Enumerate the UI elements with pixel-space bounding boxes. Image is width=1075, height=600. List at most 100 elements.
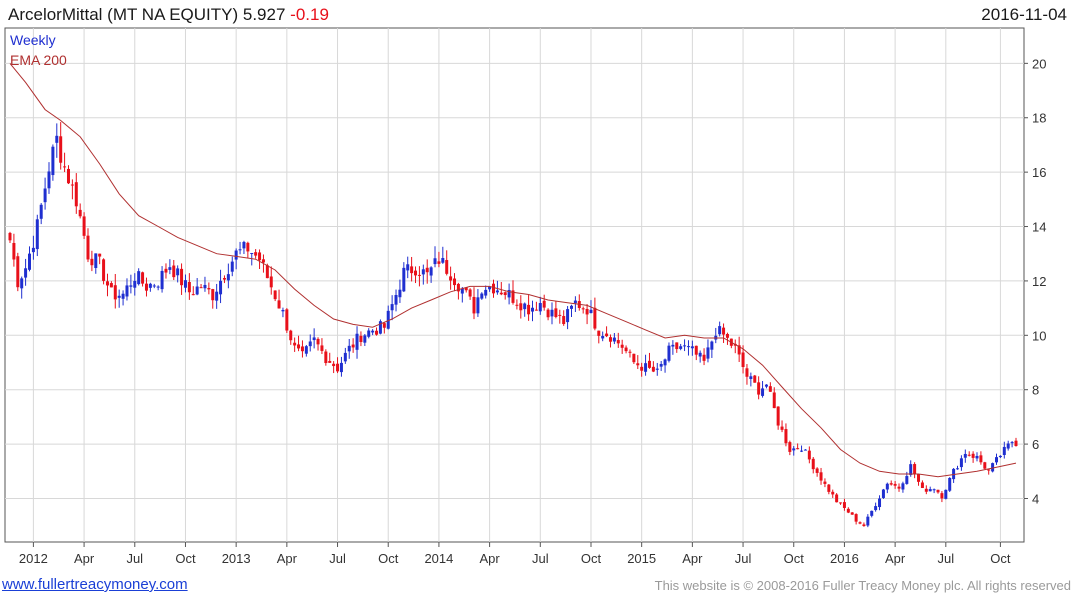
candle-body — [527, 304, 531, 315]
candle-body — [113, 285, 117, 300]
candle-body — [523, 303, 527, 310]
candle-body — [12, 242, 16, 260]
candle-body — [347, 345, 351, 352]
candle-body — [905, 476, 909, 484]
candle-body — [686, 346, 690, 348]
candle-body — [831, 491, 835, 495]
candle-body — [589, 309, 593, 314]
candle-body — [928, 489, 932, 492]
candle-body — [234, 250, 238, 260]
candle-body — [199, 287, 203, 289]
candle-body — [971, 453, 975, 458]
candle-body — [445, 260, 449, 274]
candle-body — [336, 363, 340, 372]
x-tick-label: Oct — [175, 551, 196, 566]
y-tick-label: 14 — [1032, 220, 1046, 235]
candle-body — [963, 453, 967, 458]
candle-body — [538, 303, 542, 312]
candle-body — [842, 502, 846, 508]
candle-body — [659, 363, 663, 367]
candle-body — [105, 281, 109, 286]
candle-body — [261, 259, 265, 263]
x-tick-label: Apr — [74, 551, 95, 566]
y-tick-label: 4 — [1032, 491, 1039, 506]
candle-body — [273, 290, 277, 300]
candle-body — [967, 454, 971, 456]
candle-body — [125, 285, 129, 297]
candle-body — [757, 382, 761, 395]
candle-body — [238, 249, 242, 251]
candle-body — [612, 337, 616, 342]
candle-body — [647, 360, 651, 368]
candle-body — [624, 347, 628, 352]
legend-ema: EMA 200 — [10, 52, 67, 68]
candle-body — [82, 216, 86, 236]
candle-body — [924, 488, 928, 492]
candle-body — [285, 309, 289, 331]
candle-body — [98, 253, 102, 257]
candle-body — [371, 330, 375, 333]
candle-body — [718, 326, 722, 335]
candle-body — [102, 259, 106, 281]
candle-body — [324, 351, 328, 364]
candle-body — [74, 182, 78, 207]
candle-body — [920, 482, 924, 488]
candle-body — [320, 345, 324, 351]
candle-body — [608, 337, 612, 342]
candle-body — [741, 352, 745, 368]
y-tick-label: 20 — [1032, 56, 1046, 71]
site-link[interactable]: www.fullertreacymoney.com — [2, 576, 188, 593]
candle-body — [254, 252, 258, 256]
candle-body — [679, 346, 683, 349]
candle-body — [702, 354, 706, 361]
candle-body — [753, 375, 757, 383]
candle-body — [628, 351, 632, 353]
candle-body — [35, 219, 39, 250]
candle-body — [39, 204, 43, 219]
candle-body — [710, 341, 714, 350]
candle-body — [956, 468, 960, 470]
candle-body — [215, 291, 219, 301]
candle-body — [839, 502, 843, 504]
candle-body — [819, 472, 823, 481]
candle-body — [1010, 442, 1014, 444]
candle-body — [495, 290, 499, 293]
candle-body — [20, 278, 24, 289]
candle-body — [375, 330, 379, 335]
candle — [16, 252, 20, 292]
y-tick-label: 16 — [1032, 165, 1046, 180]
candle-body — [297, 344, 301, 349]
candle-body — [675, 342, 679, 350]
candle-body — [55, 135, 59, 143]
candle-body — [554, 308, 558, 317]
x-tick-label: 2014 — [424, 551, 453, 566]
candle-body — [78, 209, 82, 217]
x-tick-label: Apr — [682, 551, 703, 566]
candle-body — [367, 330, 371, 337]
candle-body — [164, 268, 168, 273]
candle-body — [850, 512, 854, 515]
candle-body — [620, 344, 624, 348]
candle-body — [936, 489, 940, 493]
candle-body — [706, 347, 710, 359]
x-tick-label: Apr — [479, 551, 500, 566]
x-tick-label: Jul — [938, 551, 955, 566]
candle-body — [250, 253, 254, 255]
candle-body — [866, 516, 870, 526]
candle-body — [410, 266, 414, 274]
candle-body — [772, 392, 776, 409]
candle-body — [913, 464, 917, 475]
candle-body — [141, 272, 145, 284]
candle — [948, 477, 952, 493]
candle-body — [129, 285, 133, 287]
candle-body — [289, 330, 293, 341]
candle-body — [207, 287, 211, 290]
candle-body — [881, 489, 885, 498]
candle-body — [492, 283, 496, 294]
candle-body — [796, 448, 800, 450]
candle-body — [944, 489, 948, 499]
candle-body — [168, 267, 172, 270]
candle-body — [433, 258, 437, 265]
candle — [944, 489, 948, 500]
candle-body — [332, 363, 336, 367]
